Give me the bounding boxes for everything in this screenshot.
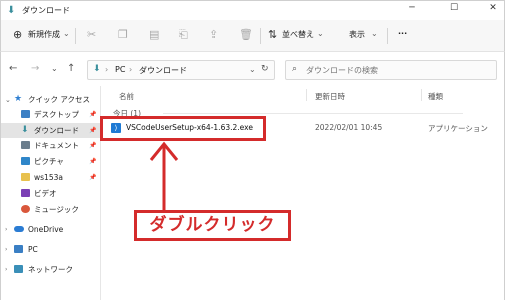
new-plus-icon: ⊕ [13,28,23,41]
expand-chevron-icon[interactable]: ⌄ [5,96,11,104]
more-options-button[interactable]: ··· [398,29,407,38]
music-icon [21,205,30,213]
sort-button[interactable]: 並べ替え [282,29,314,40]
sidebar-item-pictures[interactable]: ピクチャ 📌 [1,154,101,169]
back-button[interactable]: ← [9,63,17,74]
sidebar-item-label: ピクチャ [34,157,64,166]
column-header-name[interactable]: 名前 [119,91,134,102]
pin-icon: 📌 [89,127,97,134]
sidebar-item-label: ws153a [34,173,63,182]
toolbar-separator [387,28,388,44]
navigation-pane: ⌄ ★ クイック アクセス デスクトップ 📌 ⬇ ダウンロード 📌 ドキュメント… [0,86,101,300]
expand-chevron-icon[interactable]: › [5,226,7,233]
address-dropdown-button[interactable]: ⌄ [249,65,256,74]
minimize-button[interactable]: ─ [405,3,419,13]
breadcrumb-downloads[interactable]: ダウンロード [139,65,187,76]
star-icon: ★ [14,94,23,104]
folder-icon [21,173,30,181]
sidebar-item-label: クイック アクセス [28,95,91,104]
search-box[interactable]: ⌕ [285,60,497,80]
sidebar-item-videos[interactable]: ビデオ [1,186,101,201]
search-input[interactable] [306,64,486,76]
breadcrumb-pc[interactable]: PC [115,65,125,74]
address-bar[interactable]: ⬇ › PC › ダウンロード ⌄ [87,60,275,80]
copy-icon[interactable]: ❐ [118,28,128,41]
callout-box: ダブルクリック [134,210,291,241]
pin-icon: 📌 [89,158,97,165]
rename-icon[interactable]: ⎗ [179,28,188,42]
network-icon [14,265,23,273]
column-header-modified[interactable]: 更新日時 [315,91,345,102]
sidebar-item-label: OneDrive [28,225,64,234]
annotation-arrow [149,141,179,210]
column-divider[interactable] [306,89,307,101]
file-type: アプリケーション [428,124,488,133]
sidebar-item-label: ダウンロード [34,126,79,135]
pin-icon: 📌 [89,174,97,181]
title-bar: ⬇ ダウンロード ─ ☐ ✕ [0,0,505,20]
sort-icon: ⇅ [268,28,278,41]
sidebar-item-network[interactable]: › ネットワーク [1,262,101,277]
sidebar-item-music[interactable]: ミュージック [1,202,101,217]
sidebar-item-label: デスクトップ [34,110,79,119]
address-row: ← → ⌄ ↑ ⬇ › PC › ダウンロード ⌄ ↻ ⌕ [0,52,505,86]
sidebar-item-quick-access[interactable]: ⌄ ★ クイック アクセス [1,92,101,107]
new-chevron-icon[interactable]: ⌄ [63,29,70,38]
sort-chevron-icon[interactable]: ⌄ [317,29,324,38]
up-button[interactable]: ↑ [67,63,75,74]
onedrive-cloud-icon [14,226,24,232]
download-location-icon: ⬇ [93,64,101,74]
pin-icon: 📌 [89,111,97,118]
sidebar-item-desktop[interactable]: デスクトップ 📌 [1,107,101,122]
delete-icon[interactable]: 🗑 [239,28,253,41]
sidebar-item-onedrive[interactable]: › OneDrive [1,222,101,237]
view-chevron-icon[interactable]: ⌄ [371,29,378,38]
videos-icon [21,189,30,197]
search-icon: ⌕ [292,64,298,74]
recent-locations-button[interactable]: ⌄ [51,64,58,73]
pin-icon: 📌 [89,142,97,149]
file-modified: 2022/02/01 10:45 [315,123,383,132]
expand-chevron-icon[interactable]: › [5,266,7,273]
breadcrumb-separator: › [129,65,133,74]
toolbar-separator [260,28,261,44]
toolbar-separator [75,28,76,44]
highlight-box [100,116,266,141]
sidebar-item-label: ビデオ [34,189,57,198]
cut-icon[interactable]: ✂ [87,28,96,41]
sidebar-item-downloads[interactable]: ⬇ ダウンロード 📌 [1,123,101,138]
sidebar-item-label: ドキュメント [34,141,79,150]
callout-label: ダブルクリック [149,215,276,235]
new-button[interactable]: 新規作成 [28,29,60,40]
pictures-icon [21,157,30,165]
pc-monitor-icon [14,245,23,253]
documents-icon [21,141,30,149]
column-divider[interactable] [421,89,422,101]
forward-button[interactable]: → [31,63,39,74]
refresh-button[interactable]: ↻ [261,64,269,74]
sidebar-item-label: ネットワーク [28,265,73,274]
download-icon: ⬇ [21,125,29,135]
sidebar-item-label: PC [28,245,38,254]
column-header-type[interactable]: 種類 [428,91,443,102]
sidebar-item-pc[interactable]: › PC [1,242,101,257]
expand-chevron-icon[interactable]: › [5,246,7,253]
download-folder-icon: ⬇ [7,4,16,16]
window-title: ダウンロード [22,6,70,15]
group-divider [163,113,463,114]
sidebar-item-documents[interactable]: ドキュメント 📌 [1,138,101,153]
view-button[interactable]: 表示 [349,29,365,40]
breadcrumb-separator: › [105,65,109,74]
close-button[interactable]: ✕ [486,3,500,13]
sidebar-item-label: ミュージック [34,205,79,214]
sidebar-item-ws153a[interactable]: ws153a 📌 [1,170,101,185]
command-bar: ⊕ 新規作成 ⌄ ✂ ❐ ▤ ⎗ ⇪ 🗑 ⇅ 並べ替え ⌄ 表示 ⌄ ··· [0,20,505,52]
paste-icon[interactable]: ▤ [149,28,159,41]
maximize-button[interactable]: ☐ [447,3,461,13]
share-icon[interactable]: ⇪ [209,28,218,41]
desktop-icon [21,110,30,118]
